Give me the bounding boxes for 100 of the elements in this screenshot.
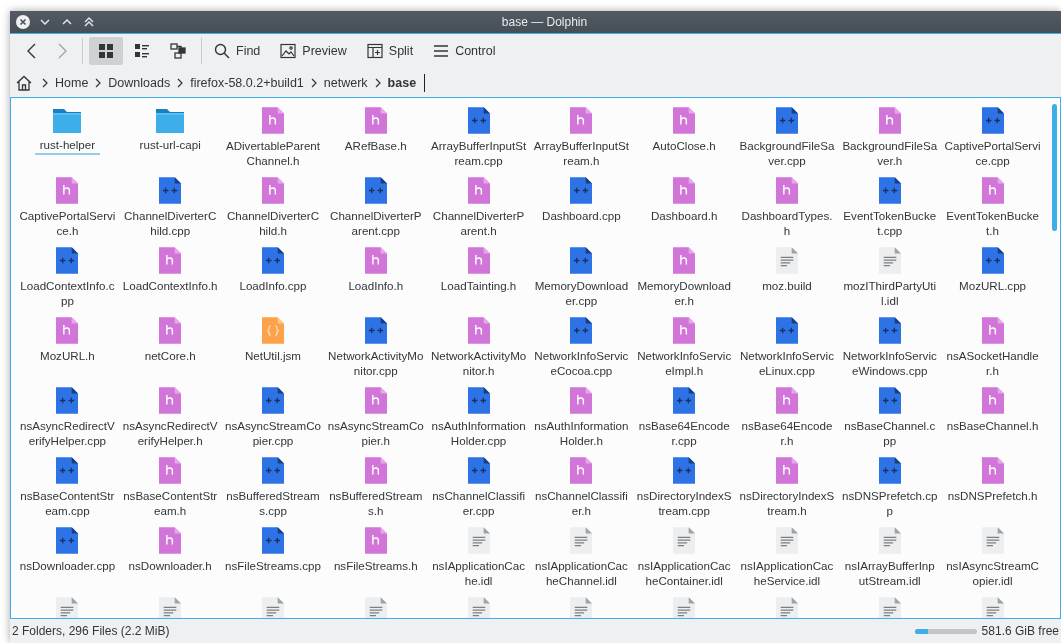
breadcrumb-item[interactable]: Downloads xyxy=(105,75,174,90)
file-name[interactable]: NetUtil.jsm xyxy=(225,348,321,363)
split-button[interactable]: Split xyxy=(360,37,420,65)
file-name[interactable]: nsASocketHandler.h xyxy=(944,348,1041,378)
file-name[interactable]: nsBaseContentStream.h xyxy=(122,488,219,518)
file-name[interactable]: ArrayBufferInputStream.h xyxy=(533,138,630,168)
breadcrumb-item[interactable]: netwerk xyxy=(320,75,371,90)
file-name[interactable]: NetworkInfoServiceImpl.h xyxy=(636,348,733,378)
file-name[interactable]: netCore.h xyxy=(122,348,219,363)
find-button[interactable]: Find xyxy=(208,37,267,65)
file-name[interactable]: nsAuthInformationHolder.h xyxy=(533,418,630,448)
file-name[interactable]: NetworkInfoServiceWindows.cpp xyxy=(841,348,938,378)
file-name[interactable]: ArrayBufferInputStream.cpp xyxy=(430,138,527,168)
preview-button[interactable]: Preview xyxy=(274,37,353,65)
control-button[interactable]: Control xyxy=(427,37,502,65)
file-name[interactable]: nsFileStreams.h xyxy=(327,558,424,573)
keep-above-button[interactable] xyxy=(82,15,96,29)
file-name[interactable]: nsIAsyncStreamCopier.idl xyxy=(944,558,1041,588)
file-name[interactable]: nsDNSPrefetch.cpp xyxy=(841,488,938,518)
file-name[interactable]: ChannelDiverterParent.cpp xyxy=(327,208,424,238)
file-name[interactable]: BackgroundFileSaver.h xyxy=(841,138,938,168)
file-name[interactable]: nsDownloader.h xyxy=(122,558,219,573)
file-name[interactable]: MozURL.h xyxy=(19,348,116,363)
file-name[interactable]: nsAsyncStreamCopier.cpp xyxy=(225,418,321,448)
file-name[interactable]: nsIApplicationCache.idl xyxy=(430,558,527,588)
file-name[interactable]: NetworkInfoServiceLinux.cpp xyxy=(738,348,835,378)
file-name[interactable]: NetworkActivityMonitor.h xyxy=(430,348,527,378)
breadcrumb-item[interactable]: base xyxy=(384,75,420,90)
file-name[interactable]: moz.build xyxy=(738,278,835,293)
file-name[interactable]: rust-helper xyxy=(34,137,101,155)
file-name[interactable]: ChannelDiverterParent.h xyxy=(430,208,527,238)
file-name[interactable]: nsIApplicationCacheContainer.idl xyxy=(636,558,733,588)
cpp-file-icon xyxy=(56,457,79,484)
header-file-icon xyxy=(364,107,387,134)
file-name[interactable]: MozURL.cpp xyxy=(944,278,1041,293)
file-name[interactable]: nsAsyncStreamCopier.h xyxy=(327,418,424,448)
file-name[interactable]: nsBase64Encoder.cpp xyxy=(636,418,733,448)
home-icon[interactable] xyxy=(16,74,32,91)
file-name[interactable]: nsAsyncRedirectVerifyHelper.h xyxy=(122,418,219,448)
file-name[interactable]: nsIArrayBufferInputStream.idl xyxy=(841,558,938,588)
file-name[interactable]: nsBaseContentStream.cpp xyxy=(19,488,116,518)
chevron-icon xyxy=(177,77,184,88)
text-file-icon xyxy=(775,527,798,554)
file-name[interactable]: ADivertableParentChannel.h xyxy=(225,138,321,168)
breadcrumb-item[interactable]: firefox-58.0.2+build1 xyxy=(187,75,307,90)
file-name[interactable]: nsChannelClassifier.h xyxy=(533,488,630,518)
header-file-icon xyxy=(673,247,696,274)
text-file-icon xyxy=(262,597,284,618)
file-name[interactable]: nsDirectoryIndexStream.h xyxy=(738,488,835,518)
file-name[interactable]: BackgroundFileSaver.cpp xyxy=(738,138,835,168)
close-button[interactable] xyxy=(16,15,30,29)
file-name[interactable]: LoadInfo.h xyxy=(327,278,424,293)
file-name[interactable]: nsBaseChannel.h xyxy=(944,418,1041,433)
cpp-file-icon xyxy=(570,317,593,344)
file-name[interactable]: ARefBase.h xyxy=(327,138,424,153)
file-name[interactable]: EventTokenBucket.h xyxy=(944,208,1041,238)
scrollbar-thumb[interactable] xyxy=(1052,104,1057,231)
file-name[interactable]: DashboardTypes.h xyxy=(738,208,835,238)
file-name[interactable]: nsAsyncRedirectVerifyHelper.cpp xyxy=(19,418,116,448)
file-name[interactable]: nsBufferedStreams.cpp xyxy=(225,488,321,518)
file-name[interactable]: nsBaseChannel.cpp xyxy=(841,418,938,448)
file-name[interactable]: CaptivePortalService.cpp xyxy=(944,138,1041,168)
file-name[interactable]: LoadInfo.cpp xyxy=(225,278,321,293)
file-name[interactable]: nsDNSPrefetch.h xyxy=(944,488,1041,503)
file-name[interactable]: NetworkInfoServiceCocoa.cpp xyxy=(533,348,630,378)
file-name[interactable]: nsFileStreams.cpp xyxy=(225,558,321,573)
file-name[interactable]: Dashboard.h xyxy=(636,208,733,223)
file-name[interactable]: ChannelDiverterChild.h xyxy=(225,208,321,238)
breadcrumb-item[interactable]: Home xyxy=(52,75,92,90)
view-mode-button[interactable] xyxy=(89,37,123,65)
file-name[interactable]: nsDirectoryIndexStream.cpp xyxy=(636,488,733,518)
file-name[interactable]: nsDownloader.cpp xyxy=(19,558,116,573)
file-name[interactable]: nsAuthInformationHolder.cpp xyxy=(430,418,527,448)
file-name[interactable]: CaptivePortalService.h xyxy=(19,208,116,238)
file-name[interactable]: Dashboard.cpp xyxy=(533,208,630,223)
window-title: base — Dolphin xyxy=(500,15,589,29)
text-file-icon xyxy=(570,597,593,618)
file-name[interactable]: NetworkActivityMonitor.cpp xyxy=(327,348,424,378)
file-name[interactable]: rust-url-capi xyxy=(122,137,219,152)
file-name[interactable]: LoadContextInfo.h xyxy=(122,278,219,293)
header-file-icon xyxy=(364,457,387,484)
cpp-file-icon xyxy=(673,387,696,414)
file-name[interactable]: nsIApplicationCacheChannel.idl xyxy=(533,558,630,588)
file-name[interactable]: LoadContextInfo.cpp xyxy=(19,278,116,308)
file-name[interactable]: LoadTainting.h xyxy=(430,278,527,293)
file-name[interactable]: MemoryDownloader.cpp xyxy=(533,278,630,308)
file-name[interactable]: EventTokenBucket.cpp xyxy=(841,208,938,238)
file-name[interactable]: nsBase64Encoder.h xyxy=(738,418,835,448)
text-file-icon xyxy=(673,597,696,618)
file-name[interactable]: ChannelDiverterChild.cpp xyxy=(122,208,219,238)
file-name[interactable]: nsIApplicationCacheService.idl xyxy=(738,558,835,588)
file-name[interactable]: AutoClose.h xyxy=(636,138,733,153)
file-name[interactable]: MemoryDownloader.h xyxy=(636,278,733,308)
file-name[interactable]: nsBufferedStreams.h xyxy=(327,488,424,518)
file-name[interactable]: nsChannelClassifier.cpp xyxy=(430,488,527,518)
header-file-icon xyxy=(364,387,387,414)
cpp-file-icon xyxy=(364,177,387,204)
file-name[interactable]: mozIThirdPartyUtil.idl xyxy=(841,278,938,308)
header-file-icon xyxy=(570,457,593,484)
cpp-file-icon xyxy=(159,177,182,204)
